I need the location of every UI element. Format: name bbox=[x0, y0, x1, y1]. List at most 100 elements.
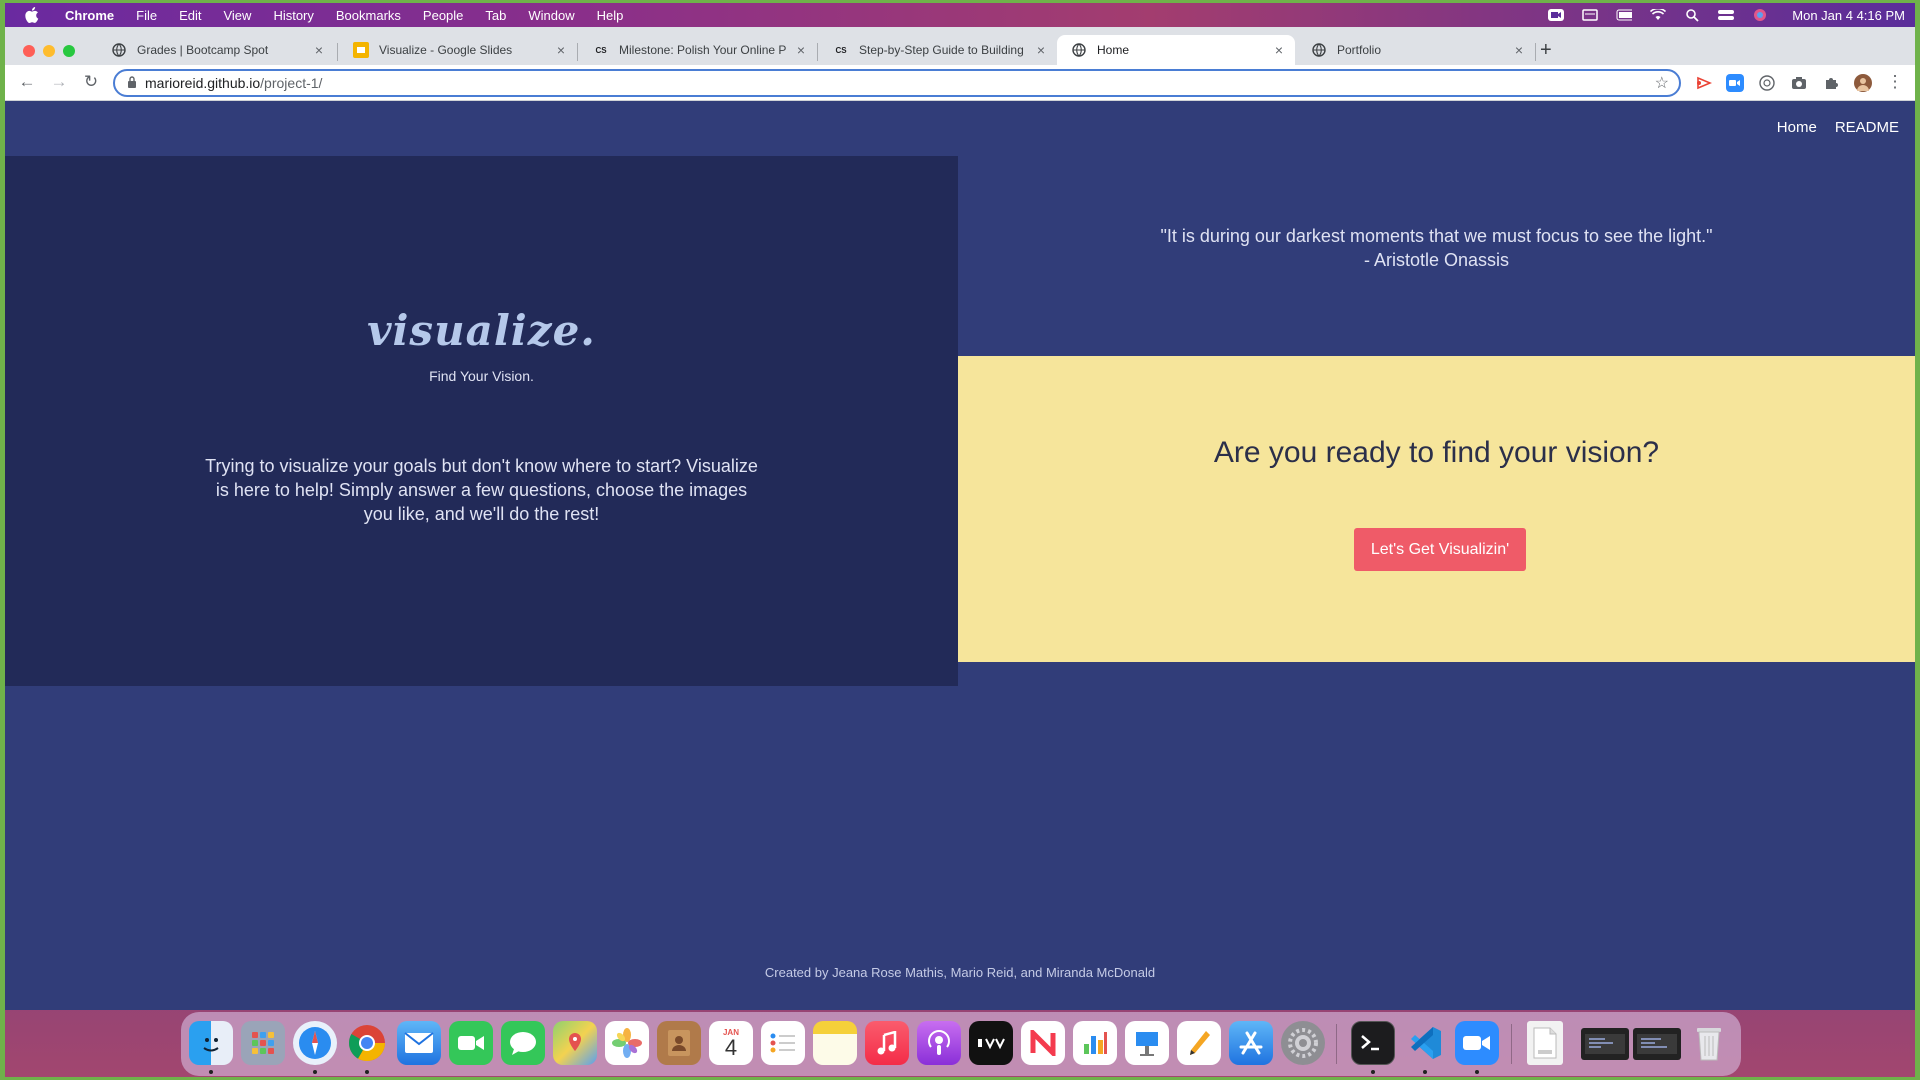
chrome-menu-icon[interactable]: ⋮ bbox=[1885, 72, 1905, 92]
numbers-icon[interactable] bbox=[1073, 1021, 1117, 1065]
messages-icon[interactable] bbox=[501, 1021, 545, 1065]
tab-divider bbox=[817, 43, 818, 61]
nav-link-readme[interactable]: README bbox=[1835, 119, 1899, 136]
menu-file[interactable]: File bbox=[136, 8, 157, 23]
siri-icon[interactable] bbox=[1752, 9, 1768, 21]
screenshot-icon[interactable] bbox=[1633, 1028, 1681, 1060]
search-icon[interactable] bbox=[1684, 9, 1700, 22]
globe-icon bbox=[111, 42, 127, 58]
tab-milestone[interactable]: CS Milestone: Polish Your Online P × bbox=[579, 35, 817, 65]
running-indicator bbox=[209, 1070, 213, 1074]
pdf-document-icon[interactable] bbox=[1527, 1021, 1563, 1065]
address-bar[interactable]: marioreid.github.io/project-1/ ☆ bbox=[113, 69, 1681, 97]
reload-button[interactable]: ↻ bbox=[81, 72, 101, 92]
display-icon[interactable] bbox=[1582, 9, 1599, 21]
lock-icon[interactable] bbox=[127, 75, 137, 91]
browser-toolbar: ← → ↻ marioreid.github.io/project-1/ ☆ ⋮ bbox=[5, 65, 1915, 101]
tab-portfolio[interactable]: Portfolio × bbox=[1297, 35, 1535, 65]
running-indicator bbox=[1475, 1070, 1479, 1074]
profile-avatar[interactable] bbox=[1854, 74, 1872, 92]
forward-button[interactable]: → bbox=[49, 72, 69, 92]
menu-tab[interactable]: Tab bbox=[485, 8, 506, 23]
tab-close-icon[interactable]: × bbox=[553, 42, 569, 58]
dock-divider bbox=[1336, 1024, 1337, 1064]
tab-close-icon[interactable]: × bbox=[793, 42, 809, 58]
wifi-icon[interactable] bbox=[1650, 9, 1667, 21]
browser-window: Grades | Bootcamp Spot × Visualize - Goo… bbox=[5, 27, 1915, 1010]
url-path: /project-1/ bbox=[260, 75, 323, 91]
nav-link-home[interactable]: Home bbox=[1777, 119, 1817, 136]
new-tab-button[interactable]: + bbox=[1540, 39, 1552, 62]
back-button[interactable]: ← bbox=[17, 72, 37, 92]
chrome-icon[interactable] bbox=[345, 1021, 389, 1065]
tab-grades[interactable]: Grades | Bootcamp Spot × bbox=[97, 35, 335, 65]
tab-title: Grades | Bootcamp Spot bbox=[137, 43, 269, 57]
zoom-window-button[interactable] bbox=[63, 45, 75, 57]
menu-people[interactable]: People bbox=[423, 8, 463, 23]
mail-icon[interactable] bbox=[397, 1021, 441, 1065]
screenshot-icon[interactable] bbox=[1581, 1028, 1629, 1060]
extensions-puzzle-icon[interactable] bbox=[1822, 74, 1840, 92]
tab-home[interactable]: Home × bbox=[1057, 35, 1295, 65]
tab-visualize-slides[interactable]: Visualize - Google Slides × bbox=[339, 35, 577, 65]
globe-icon bbox=[1071, 42, 1087, 58]
finder-icon[interactable] bbox=[189, 1021, 233, 1065]
minimize-window-button[interactable] bbox=[43, 45, 55, 57]
screenshot-extension-icon[interactable] bbox=[1790, 74, 1808, 92]
tab-close-icon[interactable]: × bbox=[1033, 42, 1049, 58]
pages-icon[interactable] bbox=[1177, 1021, 1221, 1065]
news-icon[interactable] bbox=[1021, 1021, 1065, 1065]
launchpad-icon[interactable] bbox=[241, 1021, 285, 1065]
contacts-icon[interactable] bbox=[657, 1021, 701, 1065]
quote-section: "It is during our darkest moments that w… bbox=[958, 156, 1915, 356]
menu-edit[interactable]: Edit bbox=[179, 8, 201, 23]
menu-bar-clock[interactable]: Mon Jan 4 4:16 PM bbox=[1792, 8, 1905, 23]
menu-bookmarks[interactable]: Bookmarks bbox=[336, 8, 401, 23]
reminders-icon[interactable] bbox=[761, 1021, 805, 1065]
safari-icon[interactable] bbox=[293, 1021, 337, 1065]
tv-icon[interactable] bbox=[969, 1021, 1013, 1065]
zoom-extension-icon[interactable] bbox=[1726, 74, 1744, 92]
vscode-icon[interactable] bbox=[1403, 1021, 1447, 1065]
music-icon[interactable] bbox=[865, 1021, 909, 1065]
tab-close-icon[interactable]: × bbox=[1511, 42, 1527, 58]
macos-dock: JAN 4 bbox=[181, 1012, 1741, 1076]
tab-title: Milestone: Polish Your Online P bbox=[619, 43, 787, 57]
trash-icon[interactable] bbox=[1687, 1021, 1731, 1065]
menu-view[interactable]: View bbox=[223, 8, 251, 23]
keynote-icon[interactable] bbox=[1125, 1021, 1169, 1065]
podcasts-icon[interactable] bbox=[917, 1021, 961, 1065]
battery-icon[interactable] bbox=[1616, 9, 1633, 21]
app-store-icon[interactable] bbox=[1229, 1021, 1273, 1065]
get-visualizin-button[interactable]: Let's Get Visualizin' bbox=[1354, 528, 1526, 571]
cta-panel: Are you ready to find your vision? Let's… bbox=[958, 356, 1915, 662]
zoom-status-icon[interactable] bbox=[1548, 9, 1565, 21]
terminal-icon[interactable] bbox=[1351, 1021, 1395, 1065]
slides-icon bbox=[353, 42, 369, 58]
running-indicator bbox=[365, 1070, 369, 1074]
system-preferences-icon[interactable] bbox=[1281, 1021, 1325, 1065]
bookmark-star-icon[interactable]: ☆ bbox=[1655, 73, 1669, 93]
close-window-button[interactable] bbox=[23, 45, 35, 57]
page-viewport: Home README visualize. Find Your Vision.… bbox=[5, 101, 1915, 1010]
cast-extension-icon[interactable] bbox=[1695, 74, 1713, 92]
calendar-icon[interactable]: JAN 4 bbox=[709, 1021, 753, 1065]
accessibility-extension-icon[interactable] bbox=[1758, 74, 1776, 92]
dock-divider bbox=[1511, 1024, 1512, 1064]
notes-icon[interactable] bbox=[813, 1021, 857, 1065]
photos-icon[interactable] bbox=[605, 1021, 649, 1065]
menu-help[interactable]: Help bbox=[597, 8, 624, 23]
tab-step-by-step[interactable]: CS Step-by-Step Guide to Building × bbox=[819, 35, 1057, 65]
control-center-icon[interactable] bbox=[1718, 9, 1735, 21]
facetime-icon[interactable] bbox=[449, 1021, 493, 1065]
tab-close-icon[interactable]: × bbox=[1271, 42, 1287, 58]
tab-close-icon[interactable]: × bbox=[311, 42, 327, 58]
tab-divider bbox=[577, 43, 578, 61]
menu-window[interactable]: Window bbox=[528, 8, 574, 23]
menu-chrome[interactable]: Chrome bbox=[65, 8, 114, 23]
menu-history[interactable]: History bbox=[273, 8, 313, 23]
apple-menu-icon[interactable] bbox=[23, 6, 41, 24]
maps-icon[interactable] bbox=[553, 1021, 597, 1065]
zoom-icon[interactable] bbox=[1455, 1021, 1499, 1065]
quote-author: - Aristotle Onassis bbox=[1363, 250, 1510, 270]
